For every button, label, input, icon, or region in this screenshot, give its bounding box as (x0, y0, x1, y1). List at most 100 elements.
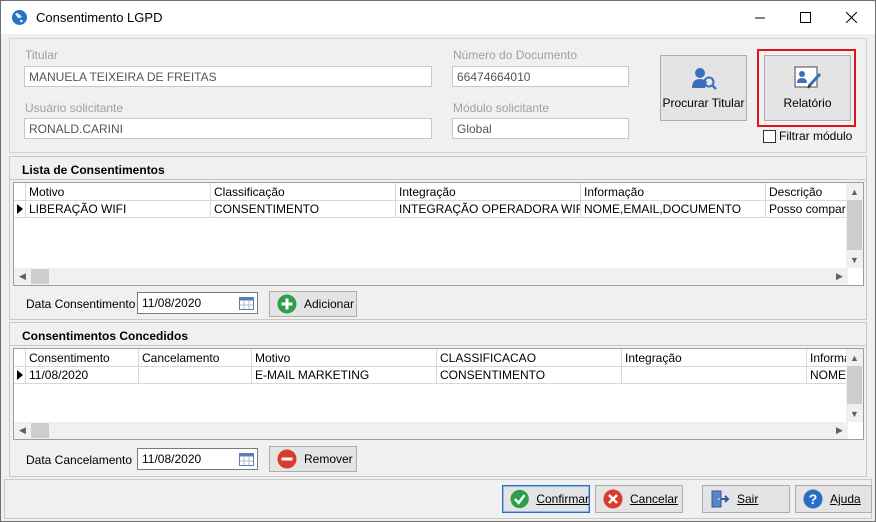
titular-panel: Titular MANUELA TEIXEIRA DE FREITAS Núme… (9, 38, 867, 153)
minimize-icon (755, 17, 765, 18)
horizontal-scrollbar[interactable]: ◀ ▶ (14, 422, 848, 439)
sair-button[interactable]: Sair (702, 485, 790, 513)
row-indicator (14, 367, 26, 384)
sair-label: Sair (737, 492, 758, 506)
calendar-icon[interactable] (239, 452, 254, 466)
scroll-thumb[interactable] (847, 366, 862, 404)
report-edit-icon (794, 66, 821, 89)
table-cell[interactable]: NOME,EMAIL,DOCUMENTO (581, 201, 766, 218)
scroll-right-icon[interactable]: ▶ (831, 422, 848, 439)
scroll-up-icon[interactable]: ▲ (846, 183, 863, 200)
scroll-down-icon[interactable]: ▼ (846, 405, 863, 422)
titular-label: Titular (25, 48, 58, 62)
ajuda-label: Ajuda (830, 492, 861, 506)
search-user-icon (691, 68, 717, 90)
column-header[interactable]: Cancelamento (139, 349, 252, 367)
sair-label-text: Sair (737, 492, 759, 506)
relatorio-label: Relatório (783, 96, 832, 110)
scroll-thumb[interactable] (31, 423, 49, 438)
column-header[interactable]: Descrição (766, 183, 848, 201)
table-cell[interactable]: Posso comparti (766, 201, 848, 218)
column-header[interactable]: Informa (807, 349, 848, 367)
lista-consentimentos-title: Lista de Consentimentos (22, 163, 165, 177)
scroll-right-icon[interactable]: ▶ (831, 268, 848, 285)
titular-field[interactable]: MANUELA TEIXEIRA DE FREITAS (24, 66, 432, 87)
confirmar-button[interactable]: Confirmar (502, 485, 590, 513)
cancel-circle-icon (603, 489, 623, 509)
remover-button[interactable]: Remover (269, 446, 357, 472)
scroll-up-icon[interactable]: ▲ (846, 349, 863, 366)
footer-bar: Confirmar Cancelar Sair ? Ajuda (4, 479, 872, 519)
scroll-thumb[interactable] (31, 269, 49, 284)
usuario-solicitante-label: Usuário solicitante (25, 101, 124, 115)
adicionar-button[interactable]: Adicionar (269, 291, 357, 317)
procurar-titular-label: Procurar Titular (662, 96, 745, 110)
column-header[interactable]: CLASSIFICACAO (437, 349, 622, 367)
filtrar-modulo-checkbox[interactable] (763, 130, 776, 143)
table-cell[interactable]: CONSENTIMENTO (211, 201, 396, 218)
cancelar-label: Cancelar (630, 492, 679, 506)
table-cell[interactable]: LIBERAÇÃO WIFI (26, 201, 211, 218)
window-title: Consentimento LGPD (36, 10, 163, 25)
lista-consentimentos-grid[interactable]: Motivo Classificação Integração Informaç… (13, 182, 864, 286)
table-cell[interactable]: E-MAIL MARKETING (252, 367, 437, 384)
scroll-down-icon[interactable]: ▼ (846, 251, 863, 268)
data-consentimento-field[interactable]: 11/08/2020 (137, 292, 258, 314)
lista-consentimentos-group: Lista de Consentimentos Motivo Classific… (9, 156, 867, 320)
filtrar-modulo-label: Filtrar módulo (779, 129, 853, 143)
table-cell[interactable] (622, 367, 807, 384)
close-icon (845, 12, 857, 23)
dialog-window: Consentimento LGPD Titular MANUELA TEIXE… (0, 0, 876, 522)
scroll-left-icon[interactable]: ◀ (14, 268, 31, 285)
title-bar: Consentimento LGPD (1, 1, 875, 34)
globe-icon (12, 10, 27, 25)
maximize-icon (799, 12, 811, 23)
column-header[interactable]: Integração (396, 183, 581, 201)
column-header[interactable]: Motivo (252, 349, 437, 367)
column-header[interactable]: Informação (581, 183, 766, 201)
table-cell[interactable]: 11/08/2020 (26, 367, 139, 384)
minimize-button[interactable] (737, 1, 783, 34)
table-cell[interactable]: INTEGRAÇÃO OPERADORA WIFI (396, 201, 581, 218)
add-circle-icon (277, 294, 297, 314)
column-header[interactable]: Classificação (211, 183, 396, 201)
column-header[interactable]: Consentimento (26, 349, 139, 367)
data-consentimento-value: 11/08/2020 (142, 296, 202, 310)
cancelar-button[interactable]: Cancelar (595, 485, 683, 513)
ajuda-button[interactable]: ? Ajuda (795, 485, 872, 513)
table-cell[interactable] (139, 367, 252, 384)
data-cancelamento-value: 11/08/2020 (142, 452, 202, 466)
data-cancelamento-field[interactable]: 11/08/2020 (137, 448, 258, 470)
horizontal-scrollbar[interactable]: ◀ ▶ (14, 268, 848, 285)
close-button[interactable] (828, 1, 874, 34)
column-header[interactable]: Integração (622, 349, 807, 367)
consentimentos-concedidos-title: Consentimentos Concedidos (22, 329, 189, 343)
confirmar-label: Confirmar (536, 492, 589, 506)
help-question-icon: ? (803, 489, 823, 509)
table-cell[interactable]: NOME,I (807, 367, 848, 384)
modulo-solicitante-field[interactable]: Global (452, 118, 629, 139)
table-cell[interactable]: CONSENTIMENTO (437, 367, 622, 384)
scroll-left-icon[interactable]: ◀ (14, 422, 31, 439)
remove-circle-icon (277, 449, 297, 469)
check-circle-icon (510, 489, 529, 509)
scroll-thumb[interactable] (847, 200, 862, 250)
calendar-icon[interactable] (239, 296, 254, 310)
numero-documento-field[interactable]: 66474664010 (452, 66, 629, 87)
row-pointer-icon (17, 204, 23, 214)
consentimentos-concedidos-grid[interactable]: Consentimento Cancelamento Motivo CLASSI… (13, 348, 864, 440)
vertical-scrollbar[interactable]: ▲ ▼ (846, 349, 863, 422)
consentimentos-concedidos-group: Consentimentos Concedidos Consentimento … (9, 322, 867, 477)
vertical-scrollbar[interactable]: ▲ ▼ (846, 183, 863, 268)
modulo-solicitante-label: Módulo solicitante (453, 101, 550, 115)
relatorio-button[interactable]: Relatório (764, 55, 851, 121)
remover-label: Remover (304, 452, 353, 466)
column-header[interactable]: Motivo (26, 183, 211, 201)
maximize-button[interactable] (782, 1, 828, 34)
numero-documento-label: Número do Documento (453, 48, 578, 62)
usuario-solicitante-field[interactable]: RONALD.CARINI (24, 118, 432, 139)
adicionar-label: Adicionar (304, 297, 355, 311)
row-indicator (14, 201, 26, 218)
procurar-titular-button[interactable]: Procurar Titular (660, 55, 747, 121)
svg-text:?: ? (809, 491, 818, 507)
